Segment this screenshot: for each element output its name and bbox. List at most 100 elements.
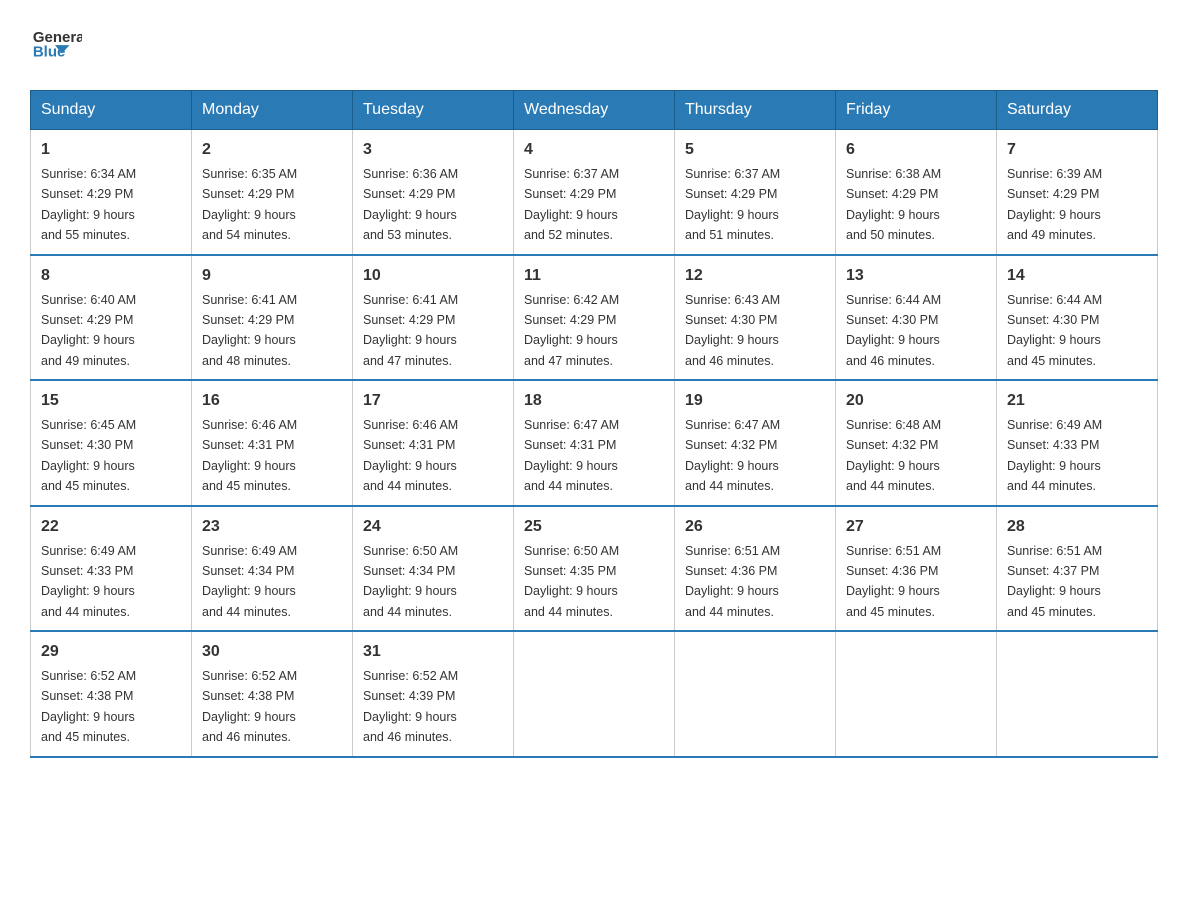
calendar-cell: 30 Sunrise: 6:52 AMSunset: 4:38 PMDaylig… <box>192 631 353 757</box>
header-day-saturday: Saturday <box>997 91 1158 130</box>
calendar-cell <box>997 631 1158 757</box>
calendar-cell: 8 Sunrise: 6:40 AMSunset: 4:29 PMDayligh… <box>31 255 192 381</box>
day-info: Sunrise: 6:50 AMSunset: 4:34 PMDaylight:… <box>363 544 458 619</box>
day-number: 10 <box>363 264 503 288</box>
logo-icon: General Blue <box>32 18 82 68</box>
day-info: Sunrise: 6:42 AMSunset: 4:29 PMDaylight:… <box>524 293 619 368</box>
day-info: Sunrise: 6:52 AMSunset: 4:38 PMDaylight:… <box>202 669 297 744</box>
day-info: Sunrise: 6:45 AMSunset: 4:30 PMDaylight:… <box>41 418 136 493</box>
calendar-cell: 5 Sunrise: 6:37 AMSunset: 4:29 PMDayligh… <box>675 130 836 255</box>
calendar-cell: 1 Sunrise: 6:34 AMSunset: 4:29 PMDayligh… <box>31 130 192 255</box>
week-row-1: 1 Sunrise: 6:34 AMSunset: 4:29 PMDayligh… <box>31 130 1158 255</box>
day-info: Sunrise: 6:46 AMSunset: 4:31 PMDaylight:… <box>363 418 458 493</box>
calendar-cell: 11 Sunrise: 6:42 AMSunset: 4:29 PMDaylig… <box>514 255 675 381</box>
page-header: General Blue <box>30 20 1158 70</box>
day-number: 1 <box>41 138 181 162</box>
calendar-cell <box>836 631 997 757</box>
calendar-cell: 16 Sunrise: 6:46 AMSunset: 4:31 PMDaylig… <box>192 380 353 506</box>
day-info: Sunrise: 6:34 AMSunset: 4:29 PMDaylight:… <box>41 167 136 242</box>
calendar-cell: 31 Sunrise: 6:52 AMSunset: 4:39 PMDaylig… <box>353 631 514 757</box>
calendar-cell: 9 Sunrise: 6:41 AMSunset: 4:29 PMDayligh… <box>192 255 353 381</box>
day-number: 14 <box>1007 264 1147 288</box>
calendar-cell: 3 Sunrise: 6:36 AMSunset: 4:29 PMDayligh… <box>353 130 514 255</box>
calendar-cell: 6 Sunrise: 6:38 AMSunset: 4:29 PMDayligh… <box>836 130 997 255</box>
calendar-cell: 20 Sunrise: 6:48 AMSunset: 4:32 PMDaylig… <box>836 380 997 506</box>
day-info: Sunrise: 6:41 AMSunset: 4:29 PMDaylight:… <box>202 293 297 368</box>
header-day-monday: Monday <box>192 91 353 130</box>
day-info: Sunrise: 6:36 AMSunset: 4:29 PMDaylight:… <box>363 167 458 242</box>
day-info: Sunrise: 6:48 AMSunset: 4:32 PMDaylight:… <box>846 418 941 493</box>
day-info: Sunrise: 6:44 AMSunset: 4:30 PMDaylight:… <box>846 293 941 368</box>
calendar-cell: 7 Sunrise: 6:39 AMSunset: 4:29 PMDayligh… <box>997 130 1158 255</box>
calendar-cell: 19 Sunrise: 6:47 AMSunset: 4:32 PMDaylig… <box>675 380 836 506</box>
calendar-cell: 26 Sunrise: 6:51 AMSunset: 4:36 PMDaylig… <box>675 506 836 632</box>
day-number: 29 <box>41 640 181 664</box>
calendar-cell: 21 Sunrise: 6:49 AMSunset: 4:33 PMDaylig… <box>997 380 1158 506</box>
calendar-cell: 18 Sunrise: 6:47 AMSunset: 4:31 PMDaylig… <box>514 380 675 506</box>
calendar-cell: 28 Sunrise: 6:51 AMSunset: 4:37 PMDaylig… <box>997 506 1158 632</box>
week-row-4: 22 Sunrise: 6:49 AMSunset: 4:33 PMDaylig… <box>31 506 1158 632</box>
day-info: Sunrise: 6:50 AMSunset: 4:35 PMDaylight:… <box>524 544 619 619</box>
calendar-cell: 17 Sunrise: 6:46 AMSunset: 4:31 PMDaylig… <box>353 380 514 506</box>
day-number: 19 <box>685 389 825 413</box>
day-number: 21 <box>1007 389 1147 413</box>
header-day-thursday: Thursday <box>675 91 836 130</box>
day-number: 23 <box>202 515 342 539</box>
day-info: Sunrise: 6:49 AMSunset: 4:34 PMDaylight:… <box>202 544 297 619</box>
calendar-cell <box>675 631 836 757</box>
calendar-cell: 14 Sunrise: 6:44 AMSunset: 4:30 PMDaylig… <box>997 255 1158 381</box>
day-info: Sunrise: 6:46 AMSunset: 4:31 PMDaylight:… <box>202 418 297 493</box>
calendar-cell: 27 Sunrise: 6:51 AMSunset: 4:36 PMDaylig… <box>836 506 997 632</box>
day-number: 13 <box>846 264 986 288</box>
day-number: 17 <box>363 389 503 413</box>
calendar-cell: 13 Sunrise: 6:44 AMSunset: 4:30 PMDaylig… <box>836 255 997 381</box>
day-info: Sunrise: 6:40 AMSunset: 4:29 PMDaylight:… <box>41 293 136 368</box>
day-info: Sunrise: 6:39 AMSunset: 4:29 PMDaylight:… <box>1007 167 1102 242</box>
calendar-cell: 12 Sunrise: 6:43 AMSunset: 4:30 PMDaylig… <box>675 255 836 381</box>
day-number: 9 <box>202 264 342 288</box>
day-info: Sunrise: 6:49 AMSunset: 4:33 PMDaylight:… <box>1007 418 1102 493</box>
svg-text:Blue: Blue <box>33 43 66 60</box>
logo: General Blue <box>30 20 82 70</box>
day-info: Sunrise: 6:51 AMSunset: 4:36 PMDaylight:… <box>846 544 941 619</box>
day-info: Sunrise: 6:47 AMSunset: 4:32 PMDaylight:… <box>685 418 780 493</box>
day-info: Sunrise: 6:37 AMSunset: 4:29 PMDaylight:… <box>524 167 619 242</box>
day-number: 20 <box>846 389 986 413</box>
day-number: 28 <box>1007 515 1147 539</box>
day-number: 12 <box>685 264 825 288</box>
day-info: Sunrise: 6:47 AMSunset: 4:31 PMDaylight:… <box>524 418 619 493</box>
day-info: Sunrise: 6:38 AMSunset: 4:29 PMDaylight:… <box>846 167 941 242</box>
day-info: Sunrise: 6:37 AMSunset: 4:29 PMDaylight:… <box>685 167 780 242</box>
week-row-2: 8 Sunrise: 6:40 AMSunset: 4:29 PMDayligh… <box>31 255 1158 381</box>
calendar-cell <box>514 631 675 757</box>
day-number: 3 <box>363 138 503 162</box>
day-number: 25 <box>524 515 664 539</box>
day-number: 2 <box>202 138 342 162</box>
day-info: Sunrise: 6:43 AMSunset: 4:30 PMDaylight:… <box>685 293 780 368</box>
day-info: Sunrise: 6:52 AMSunset: 4:38 PMDaylight:… <box>41 669 136 744</box>
day-info: Sunrise: 6:51 AMSunset: 4:37 PMDaylight:… <box>1007 544 1102 619</box>
day-number: 6 <box>846 138 986 162</box>
day-number: 7 <box>1007 138 1147 162</box>
day-number: 30 <box>202 640 342 664</box>
day-number: 24 <box>363 515 503 539</box>
day-number: 4 <box>524 138 664 162</box>
header-day-wednesday: Wednesday <box>514 91 675 130</box>
day-info: Sunrise: 6:49 AMSunset: 4:33 PMDaylight:… <box>41 544 136 619</box>
day-info: Sunrise: 6:44 AMSunset: 4:30 PMDaylight:… <box>1007 293 1102 368</box>
day-info: Sunrise: 6:35 AMSunset: 4:29 PMDaylight:… <box>202 167 297 242</box>
day-number: 27 <box>846 515 986 539</box>
calendar-cell: 15 Sunrise: 6:45 AMSunset: 4:30 PMDaylig… <box>31 380 192 506</box>
calendar-cell: 2 Sunrise: 6:35 AMSunset: 4:29 PMDayligh… <box>192 130 353 255</box>
day-info: Sunrise: 6:52 AMSunset: 4:39 PMDaylight:… <box>363 669 458 744</box>
header-day-friday: Friday <box>836 91 997 130</box>
day-info: Sunrise: 6:51 AMSunset: 4:36 PMDaylight:… <box>685 544 780 619</box>
calendar-cell: 10 Sunrise: 6:41 AMSunset: 4:29 PMDaylig… <box>353 255 514 381</box>
day-number: 22 <box>41 515 181 539</box>
calendar-cell: 24 Sunrise: 6:50 AMSunset: 4:34 PMDaylig… <box>353 506 514 632</box>
day-number: 5 <box>685 138 825 162</box>
week-row-5: 29 Sunrise: 6:52 AMSunset: 4:38 PMDaylig… <box>31 631 1158 757</box>
calendar-cell: 29 Sunrise: 6:52 AMSunset: 4:38 PMDaylig… <box>31 631 192 757</box>
day-number: 26 <box>685 515 825 539</box>
day-number: 11 <box>524 264 664 288</box>
